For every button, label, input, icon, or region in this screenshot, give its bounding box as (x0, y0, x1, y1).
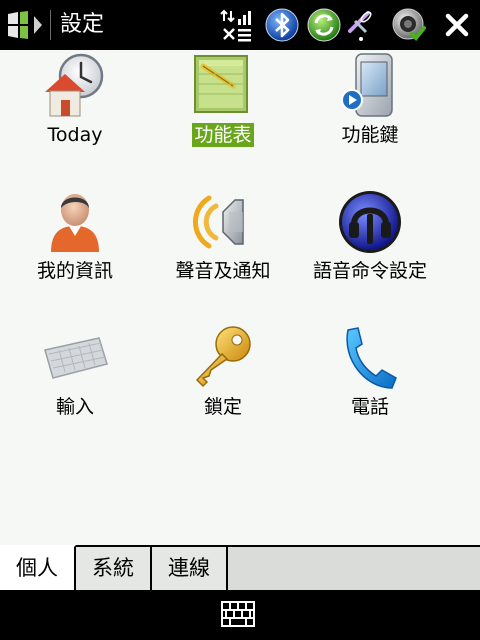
bluetooth-icon[interactable] (264, 7, 300, 43)
item-label: 我的資訊 (36, 260, 113, 282)
device-buttons-icon (341, 53, 393, 117)
item-label: 鎖定 (203, 396, 242, 418)
setting-menus[interactable]: 功能表 (148, 52, 298, 182)
tab-strip: 個人 系統 連線 (0, 545, 480, 592)
speaker-sound-icon (192, 195, 244, 249)
network-signal-icon[interactable] (218, 7, 254, 43)
tab-personal[interactable]: 個人 (0, 545, 76, 592)
windows-flag-icon[interactable] (4, 6, 46, 44)
page-title: 設定 (60, 12, 105, 37)
item-label: Today (47, 124, 103, 146)
setting-owner-info[interactable]: 我的資訊 (0, 188, 150, 318)
setting-buttons[interactable]: 功能鍵 (295, 52, 445, 182)
soft-key-bar (0, 590, 480, 640)
setting-today[interactable]: Today (0, 52, 150, 182)
setting-lock[interactable]: 鎖定 (148, 324, 298, 454)
tab-connections[interactable]: 連線 (152, 545, 228, 590)
title-separator (50, 10, 51, 40)
activesync-icon[interactable] (306, 7, 342, 43)
input-keyboard-icon (44, 337, 108, 379)
menu-folder-icon (194, 55, 248, 113)
item-label: 語音命令設定 (312, 260, 427, 282)
speaker-volume-icon[interactable] (391, 7, 427, 43)
setting-sounds-notifications[interactable]: 聲音及通知 (148, 188, 298, 318)
owner-info-person-icon (51, 194, 99, 252)
item-label: 輸入 (55, 396, 94, 418)
phone-handset-icon (346, 327, 397, 389)
item-label-selected: 功能表 (192, 123, 254, 147)
setting-voice-command[interactable]: 語音命令設定 (295, 188, 445, 318)
lock-key-icon (195, 326, 251, 388)
item-label: 聲音及通知 (175, 260, 271, 282)
title-bar: 設定 (0, 0, 480, 50)
today-clock-house-icon (45, 53, 104, 117)
voice-command-icon (339, 191, 401, 253)
phone-signal-icon[interactable] (346, 7, 382, 43)
item-label: 功能鍵 (341, 124, 399, 146)
close-icon[interactable] (440, 8, 474, 42)
keyboard-icon[interactable] (221, 601, 255, 627)
item-label: 電話 (350, 396, 389, 418)
tab-system[interactable]: 系統 (76, 545, 152, 590)
setting-phone[interactable]: 電話 (295, 324, 445, 454)
setting-input[interactable]: 輸入 (0, 324, 150, 454)
